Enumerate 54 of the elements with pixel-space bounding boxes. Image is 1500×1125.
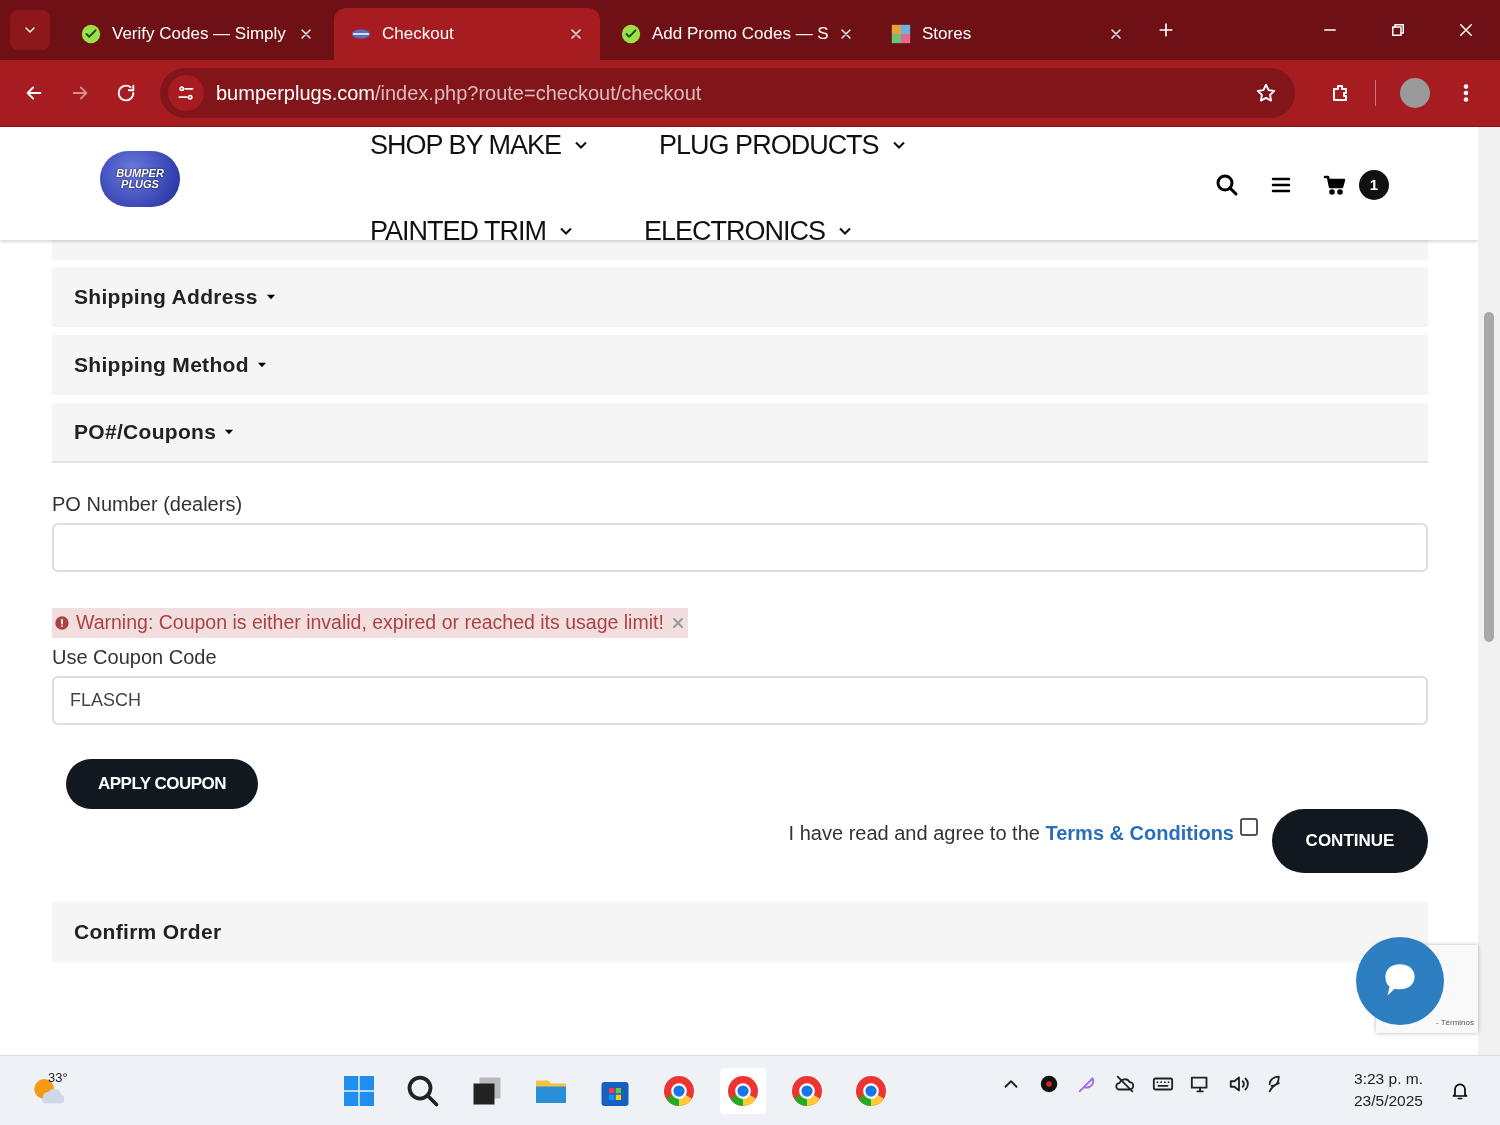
favicon-icon [80,23,102,45]
checkbox[interactable] [1240,818,1258,836]
cart-icon[interactable] [1323,173,1347,197]
favicon-icon [620,23,642,45]
terms-link[interactable]: Terms & Conditions [1045,822,1234,844]
exclamation-icon [54,615,70,631]
time-text: 3:23 p. m. [1354,1069,1423,1089]
tab-title: Add Promo Codes — S [652,23,828,46]
field-label: Use Coupon Code [52,645,218,670]
coupon-input[interactable]: FLASCH [52,676,1428,725]
section-title: Shipping Address [74,284,258,311]
browser-tab[interactable]: Stores [874,8,1140,60]
browser-tab[interactable]: Verify Codes — Simply [64,8,330,60]
warning-text: Warning: Coupon is either invalid, expired or reached its usage limit! [76,610,664,636]
recaptcha-text: - Términos [1435,1017,1474,1029]
nav-menu-item[interactable]: PLUG PRODUCTS [659,129,909,161]
site-logo[interactable]: BUMPER PLUGS [100,151,180,207]
cart-count-badge: 1 [1359,170,1389,200]
address-bar[interactable]: bumperplugs.com/index.php?route=checkout/checkout [160,68,1295,118]
site-info-icon[interactable] [168,75,204,111]
notification-icon[interactable] [1450,1081,1470,1101]
section-title: PO#/Coupons [74,419,217,446]
clock[interactable]: 3:23 p. m. 23/5/2025 [1354,1068,1423,1112]
browser-icon[interactable] [720,1068,766,1114]
input-field[interactable] [52,523,1428,572]
section-header[interactable]: Shipping Address [52,267,1428,327]
date-text: 23/5/2025 [1354,1091,1423,1111]
section-title: Confirm Order [74,919,222,946]
apply-coupon-button[interactable]: APPLY COUPON [66,759,258,809]
nav-menu-item[interactable]: SHOP BY MAKE [370,129,592,161]
browser-tab[interactable]: Checkout [334,8,600,60]
tab-title: Stores [922,23,973,46]
terms-text: I have read and agree to the Terms & Conditions [788,821,1234,846]
search-icon[interactable] [1215,173,1239,197]
favicon-icon [890,23,912,45]
cloud-off-icon[interactable] [1114,1073,1136,1095]
record-icon[interactable] [1038,1073,1060,1095]
nav-menu-item[interactable]: PAINTED TRIM [370,215,576,247]
profile-avatar[interactable] [1400,78,1430,108]
section-header[interactable]: Confirm Order [52,902,1428,962]
section-header[interactable]: PO#/Coupons [52,403,1428,463]
url-text: bumperplugs.com/index.php?route=checkout/checkout [216,81,702,106]
continue-button[interactable]: CONTINUE [1272,809,1428,873]
browser-tab[interactable]: Add Promo Codes — S [604,8,870,60]
scrollbar[interactable] [1478,127,1500,1055]
logo-text: BUMPER PLUGS [115,168,165,190]
star-icon[interactable] [1255,82,1277,104]
field-label: PO Number (dealers) [52,492,244,517]
tab-title: Checkout [382,23,455,46]
nav-menu-item[interactable]: ELECTRONICS [644,215,856,247]
section-header[interactable]: Shipping Method [52,335,1428,395]
temperature-text: 33° [48,1069,68,1087]
section-title: Shipping Method [74,352,249,379]
tab-title: Verify Codes — Simply [112,23,287,46]
